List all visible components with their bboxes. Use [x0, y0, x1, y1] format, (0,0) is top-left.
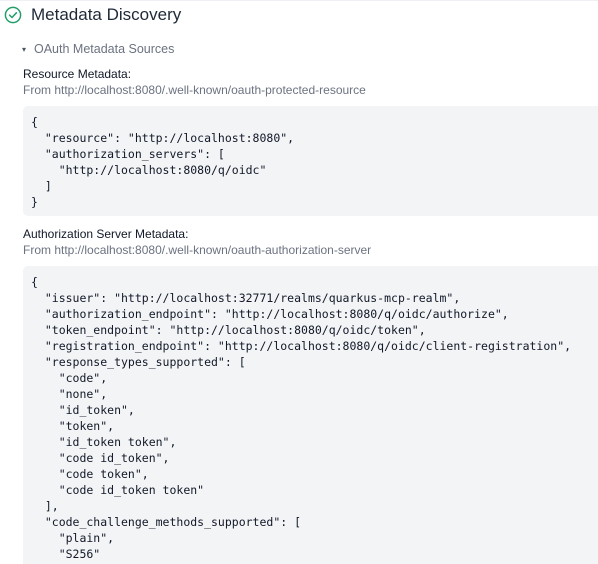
resource-metadata-json: { "resource": "http://localhost:8080", "…	[23, 106, 598, 216]
resource-metadata-label: Resource Metadata:	[23, 67, 132, 81]
divider	[0, 0, 598, 1]
oauth-metadata-sources-toggle[interactable]: ▾ OAuth Metadata Sources	[22, 42, 174, 56]
section-title: Metadata Discovery	[31, 5, 182, 24]
authorization-server-metadata-json: { "issuer": "http://localhost:32771/real…	[23, 266, 598, 564]
details-summary-label: OAuth Metadata Sources	[34, 42, 175, 56]
check-circle-icon	[4, 6, 22, 24]
authorization-server-metadata-label: Authorization Server Metadata:	[23, 227, 189, 241]
caret-down-icon: ▾	[22, 44, 27, 54]
resource-metadata-source: From http://localhost:8080/.well-known/o…	[23, 83, 366, 97]
resource-metadata-code: { "resource": "http://localhost:8080", "…	[31, 115, 295, 209]
authorization-server-metadata-source: From http://localhost:8080/.well-known/o…	[23, 243, 372, 257]
section-header: Metadata Discovery	[4, 4, 181, 26]
metadata-discovery-panel: Metadata Discovery ▾ OAuth Metadata Sour…	[0, 0, 598, 564]
authorization-server-metadata-code: { "issuer": "http://localhost:32771/real…	[31, 275, 572, 561]
